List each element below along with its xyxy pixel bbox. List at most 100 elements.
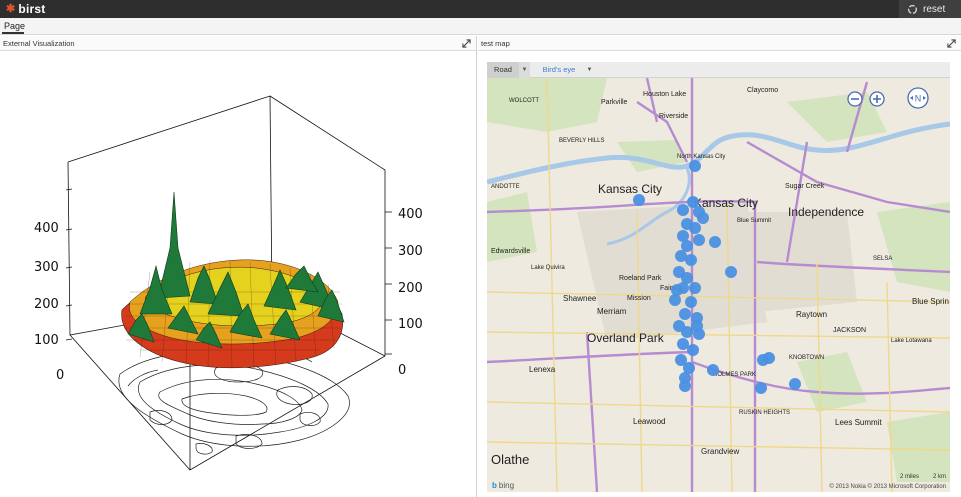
location-marker[interactable] — [671, 284, 683, 296]
location-marker[interactable] — [697, 212, 709, 224]
location-marker[interactable] — [691, 320, 703, 332]
city-label: Independence — [788, 205, 864, 219]
city-label: Houston Lake — [643, 91, 686, 98]
location-marker[interactable] — [755, 382, 767, 394]
right-axis-labels: 400 300 200 100 0 — [398, 207, 423, 378]
map-scale: 2 miles 2 km — [900, 474, 946, 480]
panel-header: test map — [478, 36, 961, 51]
location-marker[interactable] — [687, 344, 699, 356]
city-label: Olathe — [491, 452, 529, 467]
right-tick-label: 400 — [398, 207, 423, 222]
city-label: Merriam — [597, 307, 627, 316]
city-label: SELSA — [873, 256, 892, 262]
bing-logo: b bing — [492, 481, 514, 490]
city-label: BEVERLY HILLS — [559, 138, 604, 144]
city-label: Sugar Creek — [785, 183, 825, 190]
city-label: Edwardsville — [491, 248, 530, 255]
left-tick-label: 100 — [34, 333, 59, 348]
location-marker[interactable] — [689, 160, 701, 172]
external-visualization-panel: External Visualization 400 300 200 100 0… — [0, 36, 477, 497]
left-tick-label: 0 — [56, 368, 64, 383]
city-label: Raytown — [796, 310, 827, 319]
active-tab-indicator — [2, 32, 24, 34]
birds-eye-dropdown-icon[interactable]: ▼ — [584, 62, 595, 78]
city-label: Grandview — [701, 447, 739, 456]
test-map-panel: test map Road ▼ Bird's eye ▼ Kansas City… — [478, 36, 961, 497]
svg-text:N: N — [915, 94, 922, 104]
zoom-controls — [847, 91, 885, 107]
location-marker[interactable] — [709, 236, 721, 248]
location-marker[interactable] — [677, 204, 689, 216]
city-label: Shawnee — [563, 294, 597, 303]
tab-page[interactable]: Page — [4, 21, 25, 31]
right-tick-label: 100 — [398, 317, 423, 332]
city-label: JACKSON — [833, 327, 866, 334]
expand-icon[interactable] — [462, 39, 471, 48]
birds-eye-button[interactable]: Bird's eye — [536, 62, 582, 78]
city-label: Kansas City — [694, 196, 758, 210]
bing-label: bing — [498, 481, 515, 490]
map-type-toolbar: Road ▼ Bird's eye ▼ — [487, 62, 950, 78]
city-label: Blue Sprin — [912, 297, 949, 306]
top-bar: ✱ birst reset — [0, 0, 961, 18]
birst-logo[interactable]: ✱ birst — [6, 2, 45, 16]
recycle-icon — [908, 4, 917, 14]
right-tick-label: 0 — [398, 363, 406, 378]
birst-logo-icon: ✱ — [6, 2, 16, 15]
left-tick-label: 200 — [34, 297, 59, 312]
left-tick-label: 300 — [34, 260, 59, 275]
page-tab-bar: Page — [0, 18, 961, 35]
location-marker[interactable] — [685, 254, 697, 266]
location-marker[interactable] — [681, 240, 693, 252]
map-attribution: © 2013 Nokia © 2013 Microsoft Corporatio… — [829, 484, 946, 490]
road-dropdown-icon[interactable]: ▼ — [519, 62, 530, 78]
location-marker[interactable] — [693, 234, 705, 246]
location-marker[interactable] — [685, 296, 697, 308]
city-label: North Kansas City — [677, 154, 725, 160]
location-marker[interactable] — [763, 352, 775, 364]
city-label: Claycomo — [747, 87, 778, 94]
reset-label: reset — [923, 3, 946, 15]
city-label: Riverside — [659, 113, 688, 120]
location-marker[interactable] — [725, 266, 737, 278]
zoom-out-button[interactable] — [847, 91, 863, 107]
city-label: Lenexa — [529, 365, 556, 374]
bing-icon: b — [492, 481, 497, 490]
city-label: Roeland Park — [619, 275, 662, 282]
location-marker[interactable] — [633, 194, 645, 206]
scale-miles: 2 miles — [899, 474, 919, 480]
city-label: ANDOTTE — [491, 184, 520, 190]
expand-icon[interactable] — [947, 39, 956, 48]
map-view[interactable]: Road ▼ Bird's eye ▼ Kansas City Kansas C… — [487, 62, 950, 492]
right-tick-label: 200 — [398, 281, 423, 296]
panel-title: test map — [481, 39, 510, 48]
panel-title: External Visualization — [3, 39, 75, 48]
right-axis — [385, 211, 392, 355]
location-marker[interactable] — [689, 282, 701, 294]
city-label: Overland Park — [587, 331, 665, 345]
logo-text: birst — [18, 2, 46, 16]
location-marker[interactable] — [681, 326, 693, 338]
city-label: Parkville — [601, 99, 628, 106]
location-marker[interactable] — [687, 196, 699, 208]
location-marker[interactable] — [789, 378, 801, 390]
zoom-in-button[interactable] — [869, 91, 885, 107]
reset-button[interactable]: reset — [899, 0, 961, 18]
city-label: Kansas City — [598, 182, 662, 196]
location-marker[interactable] — [677, 338, 689, 350]
road-view-button[interactable]: Road — [487, 62, 519, 78]
location-marker[interactable] — [689, 222, 701, 234]
location-marker[interactable] — [669, 294, 681, 306]
compass-icon[interactable]: N — [906, 86, 930, 110]
left-axis-labels: 400 300 200 100 0 — [34, 221, 64, 383]
city-label: Lake Lotawana — [891, 338, 932, 344]
right-tick-label: 300 — [398, 244, 423, 259]
city-label: WOLCOTT — [509, 98, 539, 104]
location-marker[interactable] — [679, 308, 691, 320]
left-tick-label: 400 — [34, 221, 59, 236]
map-canvas[interactable]: Kansas City Kansas City Independence Ove… — [487, 62, 950, 492]
location-marker[interactable] — [679, 380, 691, 392]
city-label: Mission — [627, 295, 651, 302]
surface-plot: 400 300 200 100 0 400 300 200 100 0 — [34, 95, 423, 471]
location-marker[interactable] — [707, 364, 719, 376]
